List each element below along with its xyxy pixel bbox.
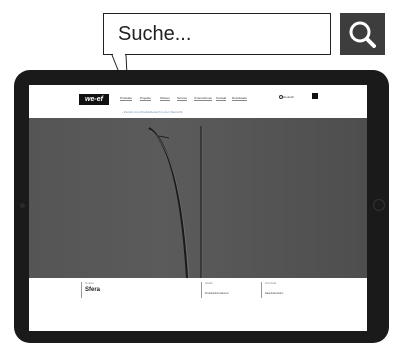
- download-link[interactable]: Datenblatt laden: [265, 292, 283, 295]
- nav-item[interactable]: Downloads: [232, 96, 247, 101]
- download-label: Download: [265, 282, 277, 285]
- menu-button[interactable]: [312, 93, 318, 99]
- home-button: [373, 199, 385, 211]
- details-label: Details: [205, 282, 213, 285]
- search-icon: [349, 21, 376, 48]
- product-label: Produkt: [85, 282, 94, 285]
- download-column: [261, 282, 262, 298]
- details-column: [201, 282, 202, 298]
- breadcrumb[interactable]: ‹ Zurück zum Produktbereich in der Übers…: [122, 110, 182, 114]
- search-input[interactable]: Suche...: [103, 13, 331, 55]
- nav-item[interactable]: Service: [177, 96, 188, 101]
- nav-item[interactable]: Projekte: [140, 96, 152, 101]
- details-link[interactable]: Produktinformationen: [205, 292, 229, 295]
- product-column: [81, 282, 82, 298]
- luminaire-image: [148, 126, 203, 279]
- nav-item[interactable]: Wissen: [160, 96, 170, 101]
- language-selector[interactable]: Deutsch: [283, 95, 294, 99]
- search-placeholder: Suche...: [118, 23, 192, 45]
- search-button[interactable]: [340, 13, 385, 55]
- site-logo[interactable]: we-ef: [79, 94, 109, 105]
- product-info-bar: Produkt Sfera Details Produktinformation…: [29, 278, 367, 331]
- nav-item[interactable]: Unternehmen: [194, 96, 213, 101]
- hero-image: [29, 118, 367, 279]
- product-name: Sfera: [85, 287, 101, 293]
- tablet-screen: we-ef Produkte Projekte Wissen Service U…: [29, 85, 367, 331]
- camera-dot: [20, 203, 25, 208]
- nav-item[interactable]: Produkte: [120, 96, 133, 101]
- site-navbar: we-ef Produkte Projekte Wissen Service U…: [29, 85, 367, 107]
- nav-item[interactable]: Kontakt: [216, 96, 227, 101]
